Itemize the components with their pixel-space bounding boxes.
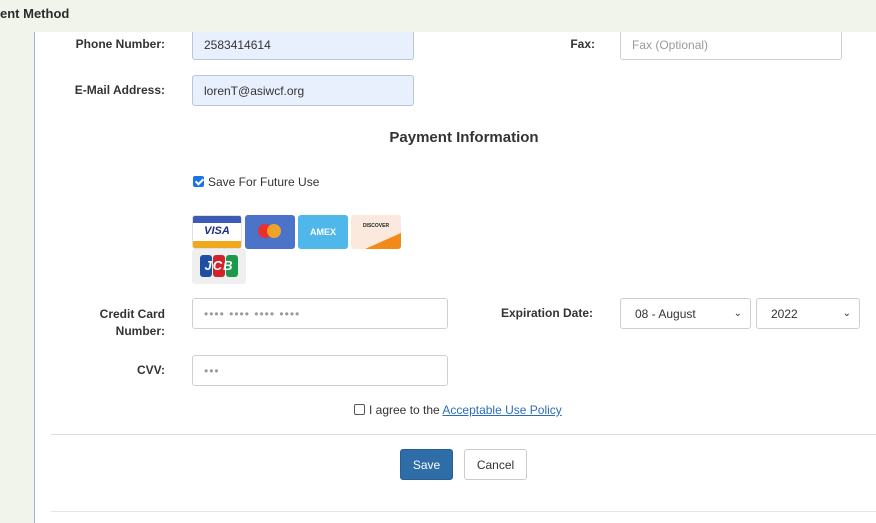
cancel-button[interactable]: Cancel <box>464 449 527 480</box>
phone-label: Phone Number: <box>75 37 165 51</box>
mastercard-card-icon <box>245 215 295 249</box>
form-divider <box>51 434 876 435</box>
email-value: lorenT@asiwcf.org <box>204 83 305 98</box>
agree-text: I agree to the Acceptable Use Policy <box>369 403 562 417</box>
payment-method-panel: Phone Number: 2583414614 Fax: Fax (Optio… <box>34 32 876 523</box>
cvv-label: CVV: <box>136 363 165 377</box>
page-title: ent Method <box>0 6 70 21</box>
phone-value: 2583414614 <box>204 38 271 52</box>
amex-card-icon: AMEX <box>298 215 348 249</box>
jcb-card-icon: JCB <box>192 249 246 284</box>
cc-number-input[interactable]: •••• •••• •••• •••• <box>192 298 448 329</box>
email-field[interactable]: lorenT@asiwcf.org <box>192 75 414 106</box>
cc-number-label: Credit Card Number: <box>99 307 165 338</box>
acceptable-use-policy-link[interactable]: Acceptable Use Policy <box>442 403 561 417</box>
discover-card-icon: DISCOVER <box>351 215 401 249</box>
chevron-down-icon: ⌄ <box>733 308 742 319</box>
agree-checkbox[interactable] <box>354 404 365 415</box>
exp-month-select[interactable]: 08 - August ⌄ <box>620 298 751 329</box>
exp-year-select[interactable]: 2022 ⌄ <box>756 298 860 329</box>
email-label: E-Mail Address: <box>74 83 165 97</box>
chevron-down-icon: ⌄ <box>842 308 851 319</box>
phone-field[interactable]: 2583414614 <box>192 32 414 60</box>
fax-label: Fax: <box>570 37 595 51</box>
payment-section-title: Payment Information <box>389 129 539 146</box>
save-future-checkbox[interactable] <box>193 176 204 187</box>
fax-field[interactable]: Fax (Optional) <box>620 32 842 60</box>
fax-placeholder: Fax (Optional) <box>632 38 709 52</box>
expiration-label: Expiration Date: <box>500 306 593 320</box>
save-button[interactable]: Save <box>400 449 453 480</box>
save-future-label: Save For Future Use <box>208 175 320 189</box>
footer-divider <box>51 511 876 512</box>
cvv-input[interactable]: ••• <box>192 355 448 386</box>
visa-card-icon: VISA <box>192 215 242 249</box>
